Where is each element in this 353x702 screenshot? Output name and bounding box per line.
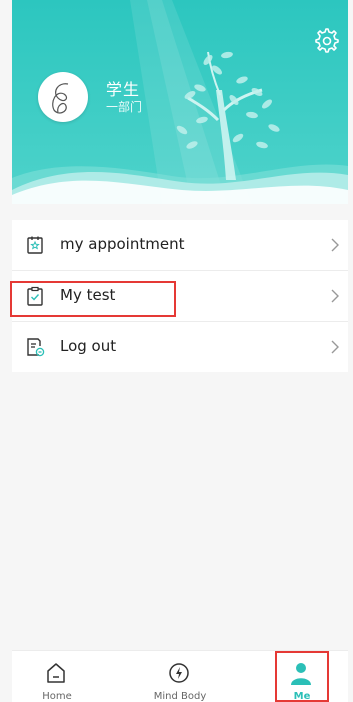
signature-avatar-icon xyxy=(52,83,69,114)
menu-item-my-appointment[interactable]: my appointment xyxy=(12,220,348,271)
menu-item-log-out[interactable]: Log out xyxy=(12,322,348,372)
home-icon xyxy=(47,663,65,683)
tab-mind-body[interactable]: Mind Body xyxy=(135,651,225,702)
me-page: 学生 一部门 my appointment My test Log out Ho… xyxy=(0,0,353,702)
calendar-star-icon xyxy=(27,236,43,254)
document-logout-icon xyxy=(27,338,45,357)
chevron-right-icon xyxy=(331,340,339,354)
energy-icon xyxy=(169,663,189,683)
profile-header: 学生 一部门 xyxy=(12,0,348,204)
user-name: 学生 xyxy=(106,80,141,99)
user-department: 一部门 xyxy=(106,100,143,114)
tab-label: Mind Body xyxy=(153,691,207,702)
menu-item-label: my appointment xyxy=(60,235,185,253)
chevron-right-icon xyxy=(331,238,339,252)
menu-item-label: Log out xyxy=(60,337,117,355)
settings-gear-icon[interactable] xyxy=(314,28,340,54)
highlight-box-my-test xyxy=(10,281,176,317)
tab-label: Home xyxy=(42,691,72,702)
avatar[interactable] xyxy=(38,72,88,122)
highlight-box-me-tab xyxy=(275,651,329,702)
tab-home[interactable]: Home xyxy=(12,651,102,702)
chevron-right-icon xyxy=(331,289,339,303)
